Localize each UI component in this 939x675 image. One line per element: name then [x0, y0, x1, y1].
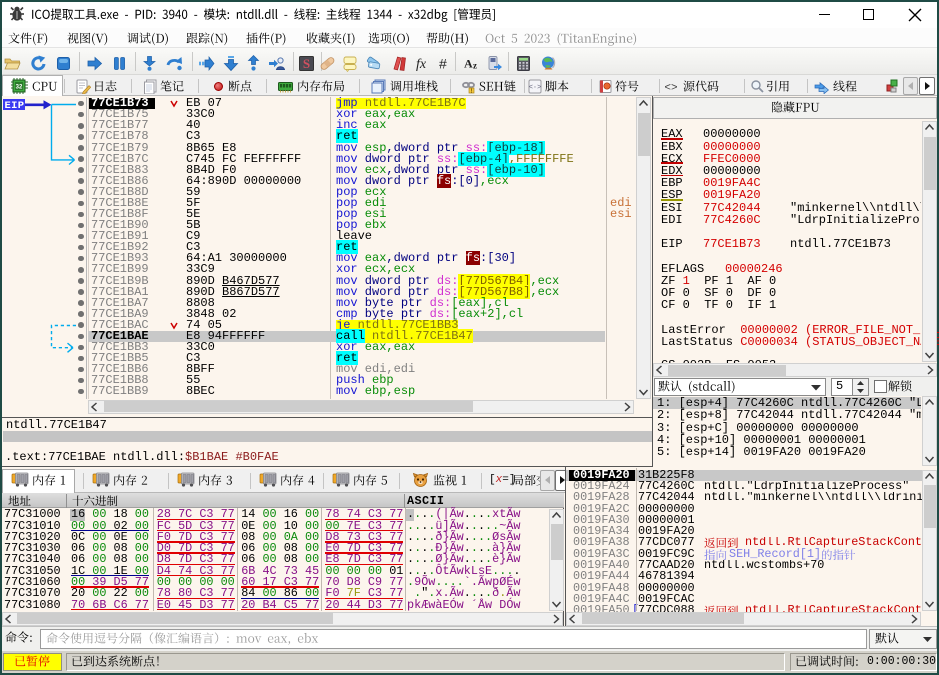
svg-text:#: # — [439, 56, 447, 72]
svg-text:z: z — [473, 61, 477, 71]
svg-text:<·>: <·> — [529, 84, 542, 92]
svg-text:32: 32 — [16, 85, 23, 91]
svg-text:<>: <> — [664, 83, 677, 95]
svg-text:fx: fx — [416, 57, 427, 72]
svg-text:S: S — [303, 56, 310, 71]
svg-text:!: ! — [471, 89, 473, 94]
svg-text:A: A — [464, 57, 473, 71]
